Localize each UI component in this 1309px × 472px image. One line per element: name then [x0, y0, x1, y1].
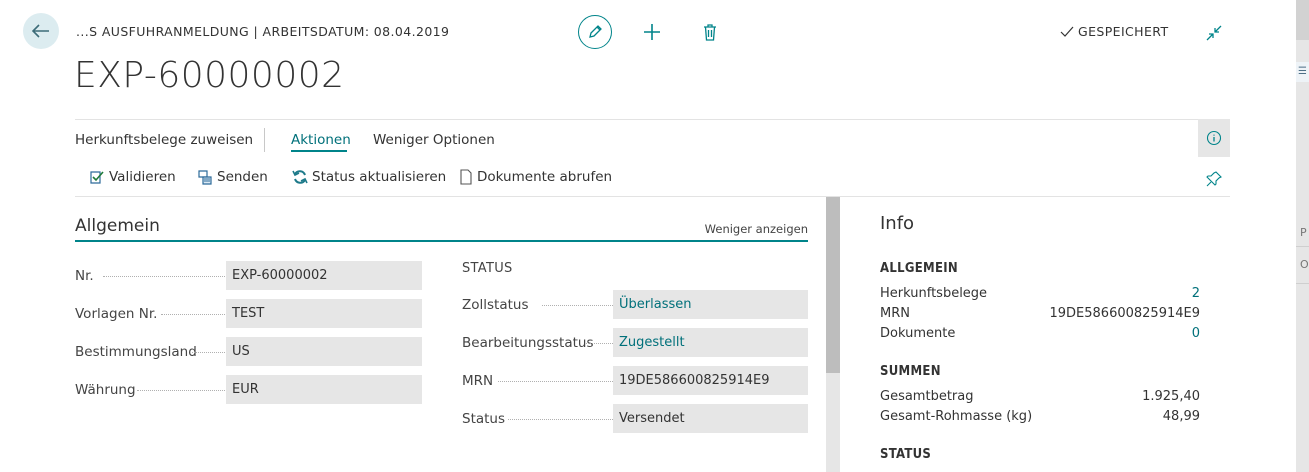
- factbox-status-heading: STATUS: [880, 447, 932, 462]
- field-value-currency[interactable]: EUR: [226, 375, 422, 404]
- send-icon: [198, 170, 212, 185]
- field-label: MRN: [462, 373, 494, 389]
- info-icon: [1206, 130, 1222, 146]
- factbox-row-mrn: MRN 19DE586600825914E9: [880, 306, 1200, 324]
- background-text: OF: [1300, 258, 1309, 271]
- list-icon: ☰: [1298, 66, 1307, 77]
- field-value-no[interactable]: EXP-60000002: [226, 261, 422, 290]
- tab-actions[interactable]: Aktionen: [291, 132, 351, 148]
- update-status-button[interactable]: Status aktualisieren: [292, 169, 446, 185]
- saved-label: GESPEICHERT: [1078, 24, 1169, 39]
- factbox-label: Gesamt-Rohmasse (kg): [880, 409, 1033, 424]
- background-panel: [1296, 40, 1309, 472]
- plus-icon: [644, 24, 660, 40]
- factbox-row-gross-mass: Gesamt-Rohmasse (kg) 48,99: [880, 409, 1200, 427]
- field-value-template-no[interactable]: TEST: [226, 299, 422, 328]
- pencil-icon: [589, 25, 602, 38]
- field-currency: Währung EUR: [75, 375, 422, 404]
- validate-label: Validieren: [109, 169, 176, 185]
- sub-action-bar: Validieren Senden Status aktualisieren D…: [75, 157, 1230, 197]
- trash-icon: [704, 23, 716, 41]
- field-processing-status: Bearbeitungsstatus Zugestellt: [462, 328, 808, 357]
- background-letter: P: [1300, 226, 1307, 239]
- field-value-mrn[interactable]: 19DE586600825914E9: [613, 366, 808, 395]
- validate-button[interactable]: Validieren: [89, 169, 176, 185]
- field-value-destination-country[interactable]: US: [226, 337, 422, 366]
- factbox-value-documents[interactable]: 0: [1192, 326, 1200, 341]
- factbox-value-total-amount: 1.925,40: [1142, 389, 1200, 404]
- document-icon: [460, 169, 472, 185]
- background-divider: [1296, 283, 1309, 284]
- action-bar: Herkunftsbelege zuweisen Aktionen Wenige…: [75, 119, 1230, 157]
- factbox-value-source-docs[interactable]: 2: [1192, 286, 1200, 301]
- field-value-processing-status[interactable]: Zugestellt: [613, 328, 808, 357]
- card-page: ...S AUSFUHRANMELDUNG | ARBEITSDATUM: 08…: [0, 0, 1296, 472]
- send-button[interactable]: Senden: [197, 169, 268, 185]
- show-less-link[interactable]: Weniger anzeigen: [705, 222, 808, 236]
- field-value-status[interactable]: Versendet: [613, 404, 808, 433]
- field-label: Bearbeitungsstatus: [462, 335, 594, 351]
- field-template-no: Vorlagen Nr. TEST: [75, 299, 422, 328]
- action-assign-source-docs[interactable]: Herkunftsbelege zuweisen: [75, 132, 253, 148]
- field-label: Zollstatus: [462, 297, 529, 313]
- factbox-label: Dokumente: [880, 326, 956, 341]
- collapse-button[interactable]: [1203, 22, 1225, 44]
- content-scrollbar[interactable]: [826, 197, 840, 472]
- field-no: Nr. EXP-60000002: [75, 261, 422, 290]
- factbox-label: Gesamtbetrag: [880, 389, 974, 404]
- update-status-label: Status aktualisieren: [312, 169, 447, 185]
- factbox-totals-heading: SUMMEN: [880, 364, 941, 379]
- field-customs-status: Zollstatus Überlassen: [462, 290, 808, 319]
- factbox-row-total-amount: Gesamtbetrag 1.925,40: [880, 389, 1200, 407]
- back-button[interactable]: [23, 13, 59, 49]
- pin-button[interactable]: [1203, 168, 1225, 190]
- page-title: EXP-60000002: [74, 55, 345, 96]
- field-value-customs-status[interactable]: Überlassen: [613, 290, 808, 319]
- field-mrn: MRN 19DE586600825914E9: [462, 366, 808, 395]
- field-label: Nr.: [75, 268, 94, 284]
- edit-button[interactable]: [578, 15, 612, 49]
- factbox-row-source-docs: Herkunftsbelege 2: [880, 286, 1200, 304]
- status-group-heading: STATUS: [462, 261, 513, 276]
- breadcrumb: ...S AUSFUHRANMELDUNG | ARBEITSDATUM: 08…: [76, 24, 450, 39]
- factbox-row-documents: Dokumente 0: [880, 326, 1200, 344]
- general-section-title: Allgemein: [75, 216, 160, 236]
- field-label: Währung: [75, 382, 136, 398]
- scrollbar-thumb[interactable]: [826, 197, 840, 373]
- fetch-documents-label: Dokumente abrufen: [477, 169, 613, 185]
- field-label: Status: [462, 411, 506, 427]
- factbox-value-mrn: 19DE586600825914E9: [1049, 306, 1200, 321]
- new-button[interactable]: [640, 20, 664, 44]
- background-page-edge: ☰ P OF: [1296, 0, 1309, 472]
- checkmark-icon: [1060, 26, 1074, 37]
- factbox-title: Info: [880, 213, 915, 234]
- arrow-left-icon: [32, 24, 49, 38]
- background-divider: [1296, 246, 1309, 247]
- field-label: Vorlagen Nr.: [75, 306, 158, 322]
- factbox-toggle-button[interactable]: [1198, 119, 1230, 157]
- tab-actions-underline: [291, 150, 347, 152]
- validate-icon: [90, 171, 104, 184]
- fewer-options-link[interactable]: Weniger Optionen: [373, 132, 495, 148]
- factbox-value-gross-mass: 48,99: [1162, 409, 1200, 424]
- factbox-label: MRN: [880, 306, 910, 321]
- collapse-arrows-icon: [1206, 25, 1222, 41]
- general-section-header[interactable]: Allgemein Weniger anzeigen: [75, 214, 808, 242]
- fetch-documents-button[interactable]: Dokumente abrufen: [459, 169, 612, 185]
- factbox-label: Herkunftsbelege: [880, 286, 988, 301]
- pin-icon: [1206, 171, 1222, 187]
- field-status: Status Versendet: [462, 404, 808, 433]
- saved-indicator: GESPEICHERT: [1060, 24, 1168, 39]
- action-separator: [264, 128, 265, 152]
- delete-button[interactable]: [698, 20, 722, 44]
- field-label: Bestimmungsland: [75, 344, 197, 360]
- refresh-icon: [292, 170, 308, 184]
- factbox-general-heading: ALLGEMEIN: [880, 261, 959, 276]
- send-label: Senden: [217, 169, 268, 185]
- field-destination-country: Bestimmungsland US: [75, 337, 422, 366]
